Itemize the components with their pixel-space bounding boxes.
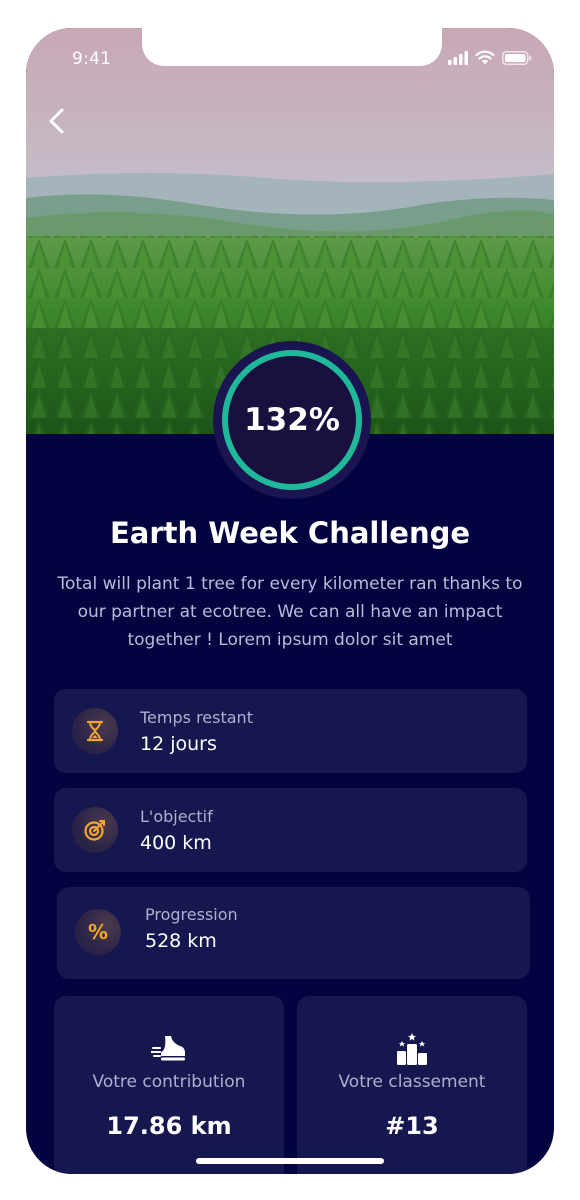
chevron-left-icon	[49, 108, 64, 134]
progress-ring: 132%	[213, 341, 371, 499]
battery-icon	[502, 50, 532, 65]
home-indicator[interactable]	[196, 1158, 384, 1164]
progress-percentage: 132%	[244, 402, 340, 438]
info-label: L'objectif	[140, 807, 213, 826]
target-icon	[72, 807, 118, 853]
stat-value: 17.86 km	[106, 1112, 232, 1140]
info-value: 12 jours	[140, 733, 217, 755]
stat-value: #13	[385, 1112, 439, 1140]
info-card-goal: L'objectif 400 km	[54, 788, 527, 872]
stat-card-ranking: Votre classement #13	[297, 996, 527, 1174]
running-shoe-icon	[54, 1032, 284, 1066]
info-card-progression: % Progression 528 km	[57, 887, 530, 979]
stat-label: Votre classement	[338, 1072, 486, 1092]
status-icons	[448, 50, 532, 65]
info-value: 528 km	[145, 930, 217, 952]
podium-icon	[297, 1032, 527, 1066]
info-label: Temps restant	[140, 708, 253, 727]
status-bar: 9:41	[26, 28, 554, 94]
wifi-icon	[475, 50, 495, 65]
phone-screen: 9:41 132% Earth Week Challenge Total wil…	[26, 28, 554, 1174]
challenge-description: Total will plant 1 tree for every kilome…	[57, 574, 523, 650]
status-time: 9:41	[72, 49, 112, 69]
back-button[interactable]	[40, 104, 74, 138]
stat-label: Votre contribution	[92, 1072, 246, 1092]
hourglass-icon	[72, 708, 118, 754]
percent-icon: %	[75, 909, 121, 955]
signal-icon	[448, 50, 468, 65]
device-notch	[142, 28, 442, 66]
info-card-remaining-time: Temps restant 12 jours	[54, 689, 527, 773]
stat-card-contribution: Votre contribution 17.86 km	[54, 996, 284, 1174]
info-value: 400 km	[140, 832, 212, 854]
challenge-title: Earth Week Challenge	[109, 516, 471, 550]
info-label: Progression	[145, 905, 238, 924]
